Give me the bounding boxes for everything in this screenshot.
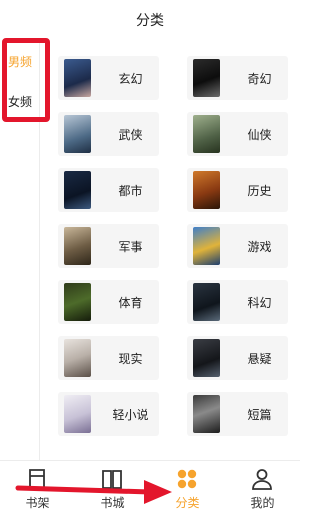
category-label: 体育 [118,295,143,310]
book-cover [64,59,91,97]
category-card[interactable]: 游戏 [187,224,288,268]
category-card[interactable]: 玄幻 [58,56,159,100]
category-label: 游戏 [247,239,272,254]
category-card[interactable]: 现实 [58,336,159,380]
category-card[interactable]: 体育 [58,280,159,324]
book-cover [64,339,91,377]
category-card[interactable]: 仙侠 [187,112,288,156]
page-title: 分类 [136,13,164,29]
sidebar-item-female[interactable]: 女频 [0,82,40,120]
category-grid-icon [177,469,197,489]
category-label: 奇幻 [247,71,272,86]
category-label: 历史 [247,183,272,198]
book-cover [193,59,220,97]
category-card[interactable]: 短篇 [187,392,288,436]
category-label: 轻小说 [112,407,149,422]
tab-label: 书城 [100,496,125,510]
book-cover [64,227,91,265]
category-label: 悬疑 [247,351,272,366]
tab-label: 分类 [175,496,200,510]
book-open-icon [102,470,122,489]
category-card[interactable]: 悬疑 [187,336,288,380]
category-label: 玄幻 [118,71,143,86]
category-label: 短篇 [247,407,272,422]
book-cover [193,395,220,433]
category-label: 仙侠 [247,127,272,142]
sidebar-item-label: 女频 [7,94,32,109]
category-card[interactable]: 武侠 [58,112,159,156]
book-cover [64,171,91,209]
book-cover [193,171,220,209]
category-card[interactable]: 都市 [58,168,159,212]
person-icon [252,469,272,490]
category-label: 武侠 [118,127,143,142]
book-cover [193,227,220,265]
category-label: 都市 [118,183,143,198]
tab-bookshelf[interactable]: 书架 [0,461,75,517]
category-label: 军事 [118,239,143,254]
category-card[interactable]: 科幻 [187,280,288,324]
book-cover [64,395,91,433]
bottom-tab-bar: 书架 书城 分类 我的 [0,460,300,517]
category-card[interactable]: 历史 [187,168,288,212]
page-header: 分类 [0,0,300,40]
tab-label: 我的 [250,496,275,510]
category-card[interactable]: 奇幻 [187,56,288,100]
category-label: 科幻 [247,295,272,310]
category-card[interactable]: 军事 [58,224,159,268]
book-cover [193,339,220,377]
category-label: 现实 [118,351,143,366]
tab-category[interactable]: 分类 [150,461,225,517]
sidebar-item-label: 男频 [7,54,32,69]
sidebar-item-male[interactable]: 男频 [0,42,40,80]
tab-profile[interactable]: 我的 [225,461,300,517]
category-card[interactable]: 轻小说 [58,392,159,436]
book-cover [193,283,220,321]
book-cover [64,115,91,153]
tab-bookstore[interactable]: 书城 [75,461,150,517]
bookshelf-icon [29,469,45,489]
book-cover [193,115,220,153]
sidebar: 男频 女频 [0,40,40,460]
book-cover [64,283,91,321]
tab-label: 书架 [25,496,50,510]
